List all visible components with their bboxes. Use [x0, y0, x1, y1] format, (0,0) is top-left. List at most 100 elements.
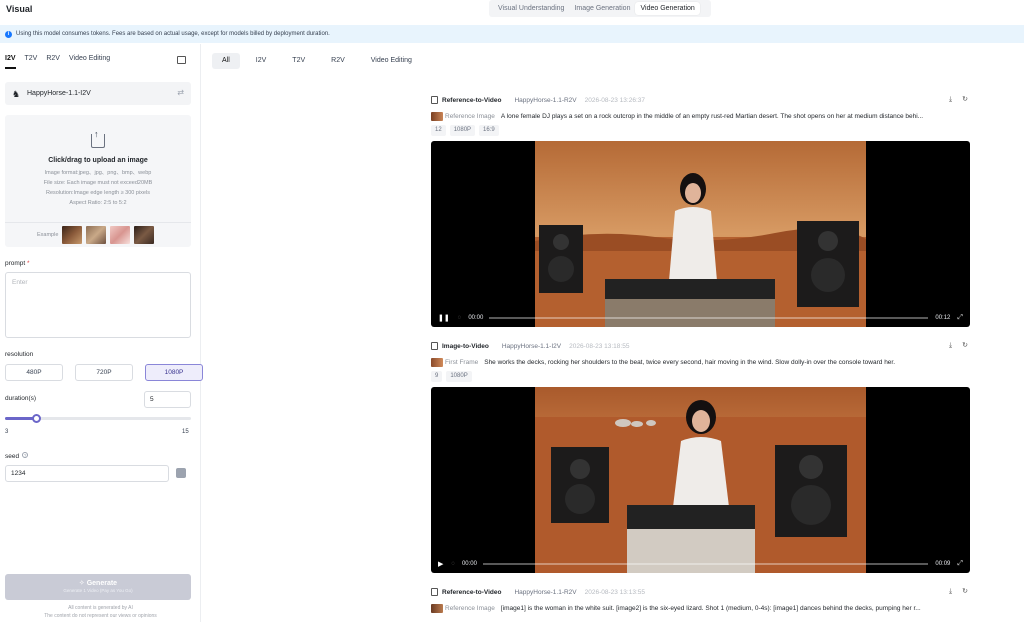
reference-label: Reference Image [445, 604, 495, 612]
tab-i2v[interactable]: I2V [5, 55, 16, 69]
top-tab-bar: Visual Understanding Image Generation Vi… [489, 0, 711, 17]
card-type: Reference-to-Video [442, 96, 502, 104]
upload-aspect-hint: Aspect Ratio: 2:5 to 5:2 [69, 200, 127, 206]
current-time: 00:00 [461, 561, 477, 567]
video-progress-bar[interactable] [482, 563, 929, 565]
config-panel: I2V T2V R2V Video Editing ♞ HappyHorse-1… [0, 44, 203, 622]
current-time: 00:00 [468, 315, 484, 321]
regenerate-icon[interactable]: ↻ [962, 588, 968, 596]
download-icon[interactable]: ⤓ [949, 588, 952, 596]
upload-icon [91, 129, 105, 148]
tab-visual-understanding[interactable]: Visual Understanding [493, 2, 569, 15]
total-time: 00:12 [935, 315, 951, 321]
card-tags: 12 1080P 16:9 [431, 125, 970, 136]
aspect-ratio-tag: 16:9 [479, 125, 499, 136]
seed-label: seed? [5, 452, 29, 460]
example-thumbnail[interactable] [134, 226, 155, 244]
volume-icon[interactable]: ◌ [451, 561, 455, 567]
random-seed-dice-icon[interactable] [176, 468, 186, 478]
download-icon[interactable]: ⤓ [949, 342, 952, 350]
filter-r2v[interactable]: R2V [321, 53, 355, 69]
model-selector[interactable]: ♞ HappyHorse-1.1-I2V ⇄ [5, 82, 191, 105]
first-frame-label: First Frame [445, 358, 479, 366]
generate-button[interactable]: ✧ Generate Generate 1 Video (Pay as You … [5, 574, 191, 600]
card-type: Reference-to-Video [442, 588, 502, 596]
tab-r2v[interactable]: R2V [46, 55, 60, 69]
history-icon[interactable] [177, 56, 186, 64]
generate-label: ✧ Generate [78, 580, 118, 587]
play-icon[interactable]: ▶ [438, 560, 443, 568]
card-header: Reference-to-Video HappyHorse-1.1-R2V 20… [431, 587, 970, 597]
resolution-options: 480P 720P 1080P [5, 364, 215, 381]
card-tags: 9 1080P [431, 371, 970, 382]
filter-video-editing[interactable]: Video Editing [361, 53, 422, 69]
help-icon[interactable]: ? [22, 452, 29, 458]
card-timestamp: 2026-08-23 13:13:55 [584, 588, 645, 596]
filter-t2v[interactable]: T2V [282, 53, 315, 69]
total-time: 00:09 [935, 561, 951, 567]
resolution-720p-button[interactable]: 720P [75, 364, 133, 381]
card-header: Reference-to-Video HappyHorse-1.1-R2V 20… [431, 95, 970, 105]
reference-thumbnail[interactable] [431, 603, 443, 613]
pause-icon[interactable]: ❚❚ [438, 314, 450, 322]
duration-max: 15 [182, 429, 189, 435]
tab-image-generation[interactable]: Image Generation [569, 2, 635, 15]
horse-logo-icon: ♞ [12, 88, 21, 99]
upload-size-hint: File size: Each image must not exceed20M… [43, 180, 153, 186]
resolution-1080p-button[interactable]: 1080P [145, 364, 203, 381]
opinion-disclaimer: The content do not represent our views o… [44, 613, 157, 619]
mode-tabs: I2V T2V R2V Video Editing [5, 55, 119, 69]
card-description: Reference Image [image1] is the woman in… [431, 602, 970, 614]
card-description: First Frame She works the decks, rocking… [431, 356, 970, 368]
seed-label-text: seed [5, 453, 20, 460]
duration-label: duration(s) [5, 395, 37, 402]
image-upload-area[interactable]: Click/drag to upload an image Image form… [5, 115, 191, 247]
reference-thumbnail[interactable] [431, 111, 443, 121]
download-icon[interactable]: ⤓ [949, 96, 952, 104]
duration-slider[interactable] [5, 414, 191, 423]
video-player[interactable]: ▶ ◌ 00:00 00:09 ⤢ [431, 387, 970, 573]
tab-video-generation[interactable]: Video Generation [635, 2, 700, 15]
info-icon: i [5, 30, 12, 38]
top-bar: Visual Visual Understanding Image Genera… [0, 0, 1024, 24]
prompt-placeholder: Enter [12, 279, 28, 286]
duration-input[interactable]: 5 [144, 391, 191, 408]
video-frame-dj-mars [535, 141, 866, 327]
filter-tabs: All I2V T2V R2V Video Editing [212, 53, 428, 69]
duration-min: 3 [5, 429, 9, 435]
regenerate-icon[interactable]: ↻ [962, 342, 968, 350]
generation-card: Reference-to-Video HappyHorse-1.1-R2V 20… [431, 95, 970, 327]
filter-all[interactable]: All [212, 53, 240, 69]
tab-video-editing[interactable]: Video Editing [69, 55, 110, 69]
video-player[interactable]: ❚❚ ◌ 00:00 00:12 ⤢ [431, 141, 970, 327]
example-thumbnail[interactable] [62, 226, 83, 244]
image-file-icon [431, 342, 438, 350]
filter-i2v[interactable]: I2V [246, 53, 277, 69]
swap-icon[interactable]: ⇄ [177, 88, 184, 97]
video-file-icon [431, 588, 438, 596]
tab-t2v[interactable]: T2V [25, 55, 38, 69]
generation-card: Image-to-Video HappyHorse-1.1-I2V 2026-0… [431, 341, 970, 573]
example-row: Example [5, 222, 191, 247]
example-thumbnail[interactable] [110, 226, 131, 244]
resolution-480p-button[interactable]: 480P [5, 364, 63, 381]
generate-sublabel: Generate 1 Video (Pay as You Go) [63, 588, 133, 593]
card-timestamp: 2026-08-23 13:26:37 [584, 96, 645, 104]
usage-notice: i Using this model consumes tokens. Fees… [0, 25, 1024, 43]
prompt-text: [image1] is the woman in the white suit.… [500, 604, 921, 612]
card-model: HappyHorse-1.1-R2V [514, 588, 577, 596]
duration-tag: 9 [431, 371, 443, 382]
regenerate-icon[interactable]: ↻ [962, 96, 968, 104]
video-progress-bar[interactable] [489, 317, 929, 319]
fullscreen-icon[interactable]: ⤢ [957, 560, 963, 568]
fullscreen-icon[interactable]: ⤢ [957, 314, 963, 322]
prompt-text: She works the decks, rocking her shoulde… [484, 358, 896, 366]
volume-icon[interactable]: ◌ [458, 315, 462, 321]
seed-input[interactable]: 1234 [5, 465, 169, 482]
prompt-textarea[interactable]: Enter [5, 272, 191, 338]
duration-slider-handle[interactable] [32, 414, 41, 423]
resolution-tag: 1080P [446, 371, 472, 382]
example-thumbnail[interactable] [86, 226, 107, 244]
prompt-text: A lone female DJ plays a set on a rock o… [500, 112, 924, 120]
first-frame-thumbnail[interactable] [431, 357, 443, 367]
